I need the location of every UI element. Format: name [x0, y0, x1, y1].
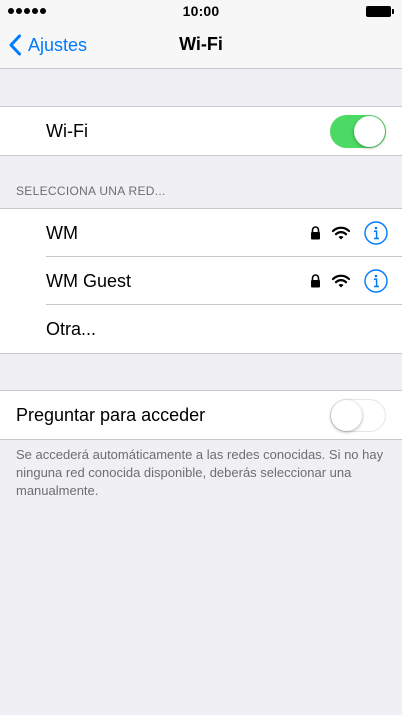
ask-to-join-group: Preguntar para acceder — [0, 390, 402, 440]
network-row-wm[interactable]: WM — [0, 209, 402, 257]
top-bar: 10:00 Ajustes Wi-Fi — [0, 0, 402, 69]
lock-icon — [311, 274, 320, 288]
ask-to-join-row: Preguntar para acceder — [0, 391, 402, 439]
navigation-bar: Ajustes Wi-Fi — [0, 22, 402, 68]
network-row-other[interactable]: Otra... — [0, 305, 402, 353]
wifi-icon — [332, 226, 350, 240]
wifi-toggle-row: Wi-Fi — [0, 107, 402, 155]
status-bar: 10:00 — [0, 0, 402, 22]
network-row-wm-guest[interactable]: WM Guest — [0, 257, 402, 305]
network-name: Otra... — [46, 318, 97, 339]
wifi-toggle-label: Wi-Fi — [46, 120, 88, 141]
ask-to-join-switch[interactable] — [330, 399, 386, 432]
chevron-left-icon — [9, 34, 21, 56]
back-button[interactable]: Ajustes — [8, 32, 87, 58]
status-time: 10:00 — [182, 3, 220, 19]
ask-to-join-label: Preguntar para acceder — [16, 404, 206, 425]
networks-list: WM WM Guest Otra... — [0, 208, 402, 354]
wifi-icon — [332, 274, 350, 288]
wifi-toggle-switch[interactable] — [330, 115, 386, 148]
network-name: WM — [46, 222, 78, 243]
ask-to-join-footer: Se accederá automáticamente a las redes … — [16, 447, 384, 498]
network-name: WM Guest — [46, 270, 132, 291]
battery-icon — [366, 6, 394, 17]
networks-section-header: SELECCIONA UNA RED... — [16, 184, 166, 198]
wifi-settings-screen: 10:00 Ajustes Wi-Fi Wi-Fi SELECCIONA UNA… — [0, 0, 402, 715]
info-icon[interactable] — [364, 269, 388, 293]
info-icon[interactable] — [364, 221, 388, 245]
back-button-label: Ajustes — [28, 34, 88, 55]
wifi-toggle-group: Wi-Fi — [0, 106, 402, 156]
lock-icon — [311, 226, 320, 240]
